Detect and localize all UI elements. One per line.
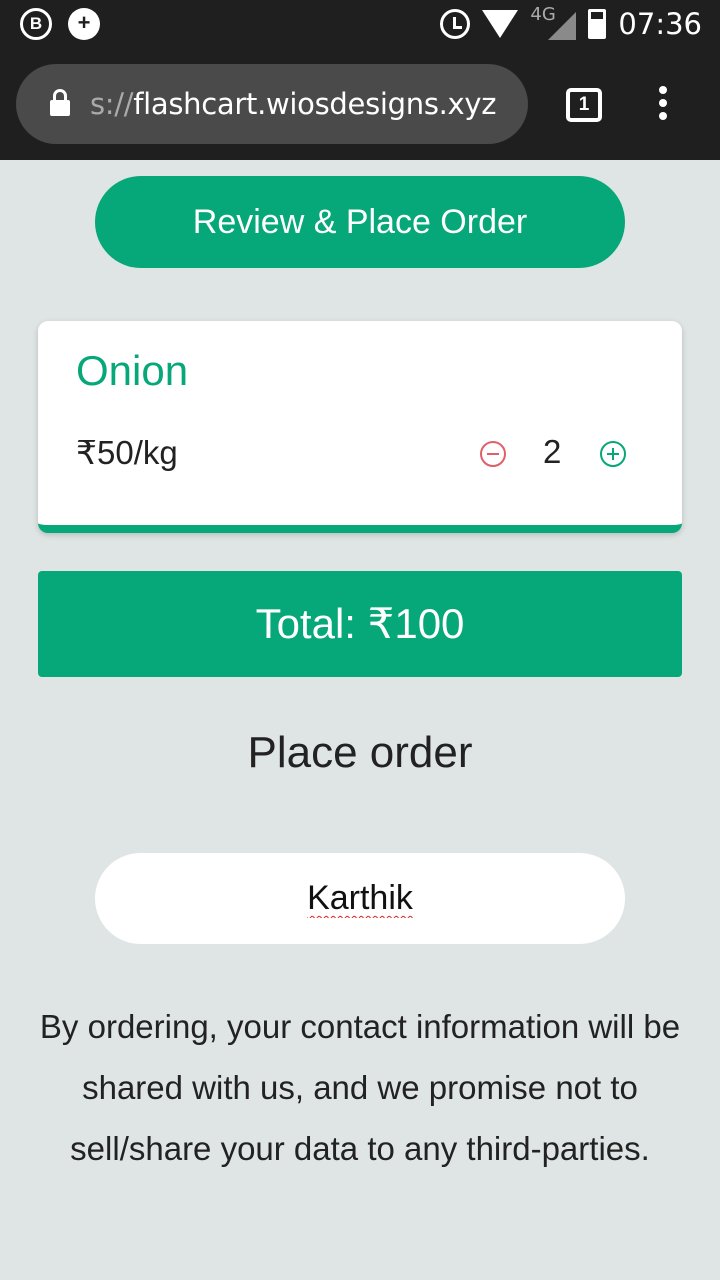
- alarm-icon: [440, 9, 471, 39]
- clock: 07:36: [618, 7, 702, 41]
- status-right: 4G 07:36: [440, 4, 702, 42]
- place-order-heading: Place order: [247, 728, 473, 777]
- name-input[interactable]: [95, 853, 625, 944]
- url-scheme: s://: [90, 87, 134, 121]
- url-host: flashcart.wiosdesigns.xyz: [133, 87, 497, 121]
- url-text[interactable]: s://flashcart.wiosdesigns.xyz: [90, 87, 497, 121]
- quantity-value: 2: [543, 433, 562, 470]
- status-bar: B + 4G 07:36: [0, 0, 720, 48]
- lock-icon: [50, 89, 70, 116]
- address-bar[interactable]: s://flashcart.wiosdesigns.xyz: [16, 64, 528, 144]
- battery-icon: [588, 9, 607, 39]
- overflow-menu-icon[interactable]: [656, 86, 670, 126]
- plus-icon: +: [68, 8, 100, 40]
- wifi-icon: [482, 10, 519, 38]
- total-bar: Total: ₹100: [38, 571, 682, 677]
- signal-icon: 4G: [530, 4, 577, 40]
- item-name: Onion: [76, 347, 189, 394]
- plus-circle-icon[interactable]: [600, 441, 626, 467]
- tab-switcher-button[interactable]: 1: [566, 88, 602, 122]
- browser-toolbar: s://flashcart.wiosdesigns.xyz 1: [0, 48, 720, 160]
- minus-circle-icon[interactable]: [480, 441, 506, 467]
- signal-bars: [548, 12, 577, 40]
- review-place-order-button[interactable]: Review & Place Order: [95, 176, 625, 268]
- b-icon: B: [20, 8, 52, 40]
- privacy-disclaimer: By ordering, your contact information wi…: [39, 1008, 681, 1167]
- item-price: ₹50/kg: [76, 434, 178, 471]
- cart-item-card: Onion ₹50/kg 2: [38, 321, 682, 533]
